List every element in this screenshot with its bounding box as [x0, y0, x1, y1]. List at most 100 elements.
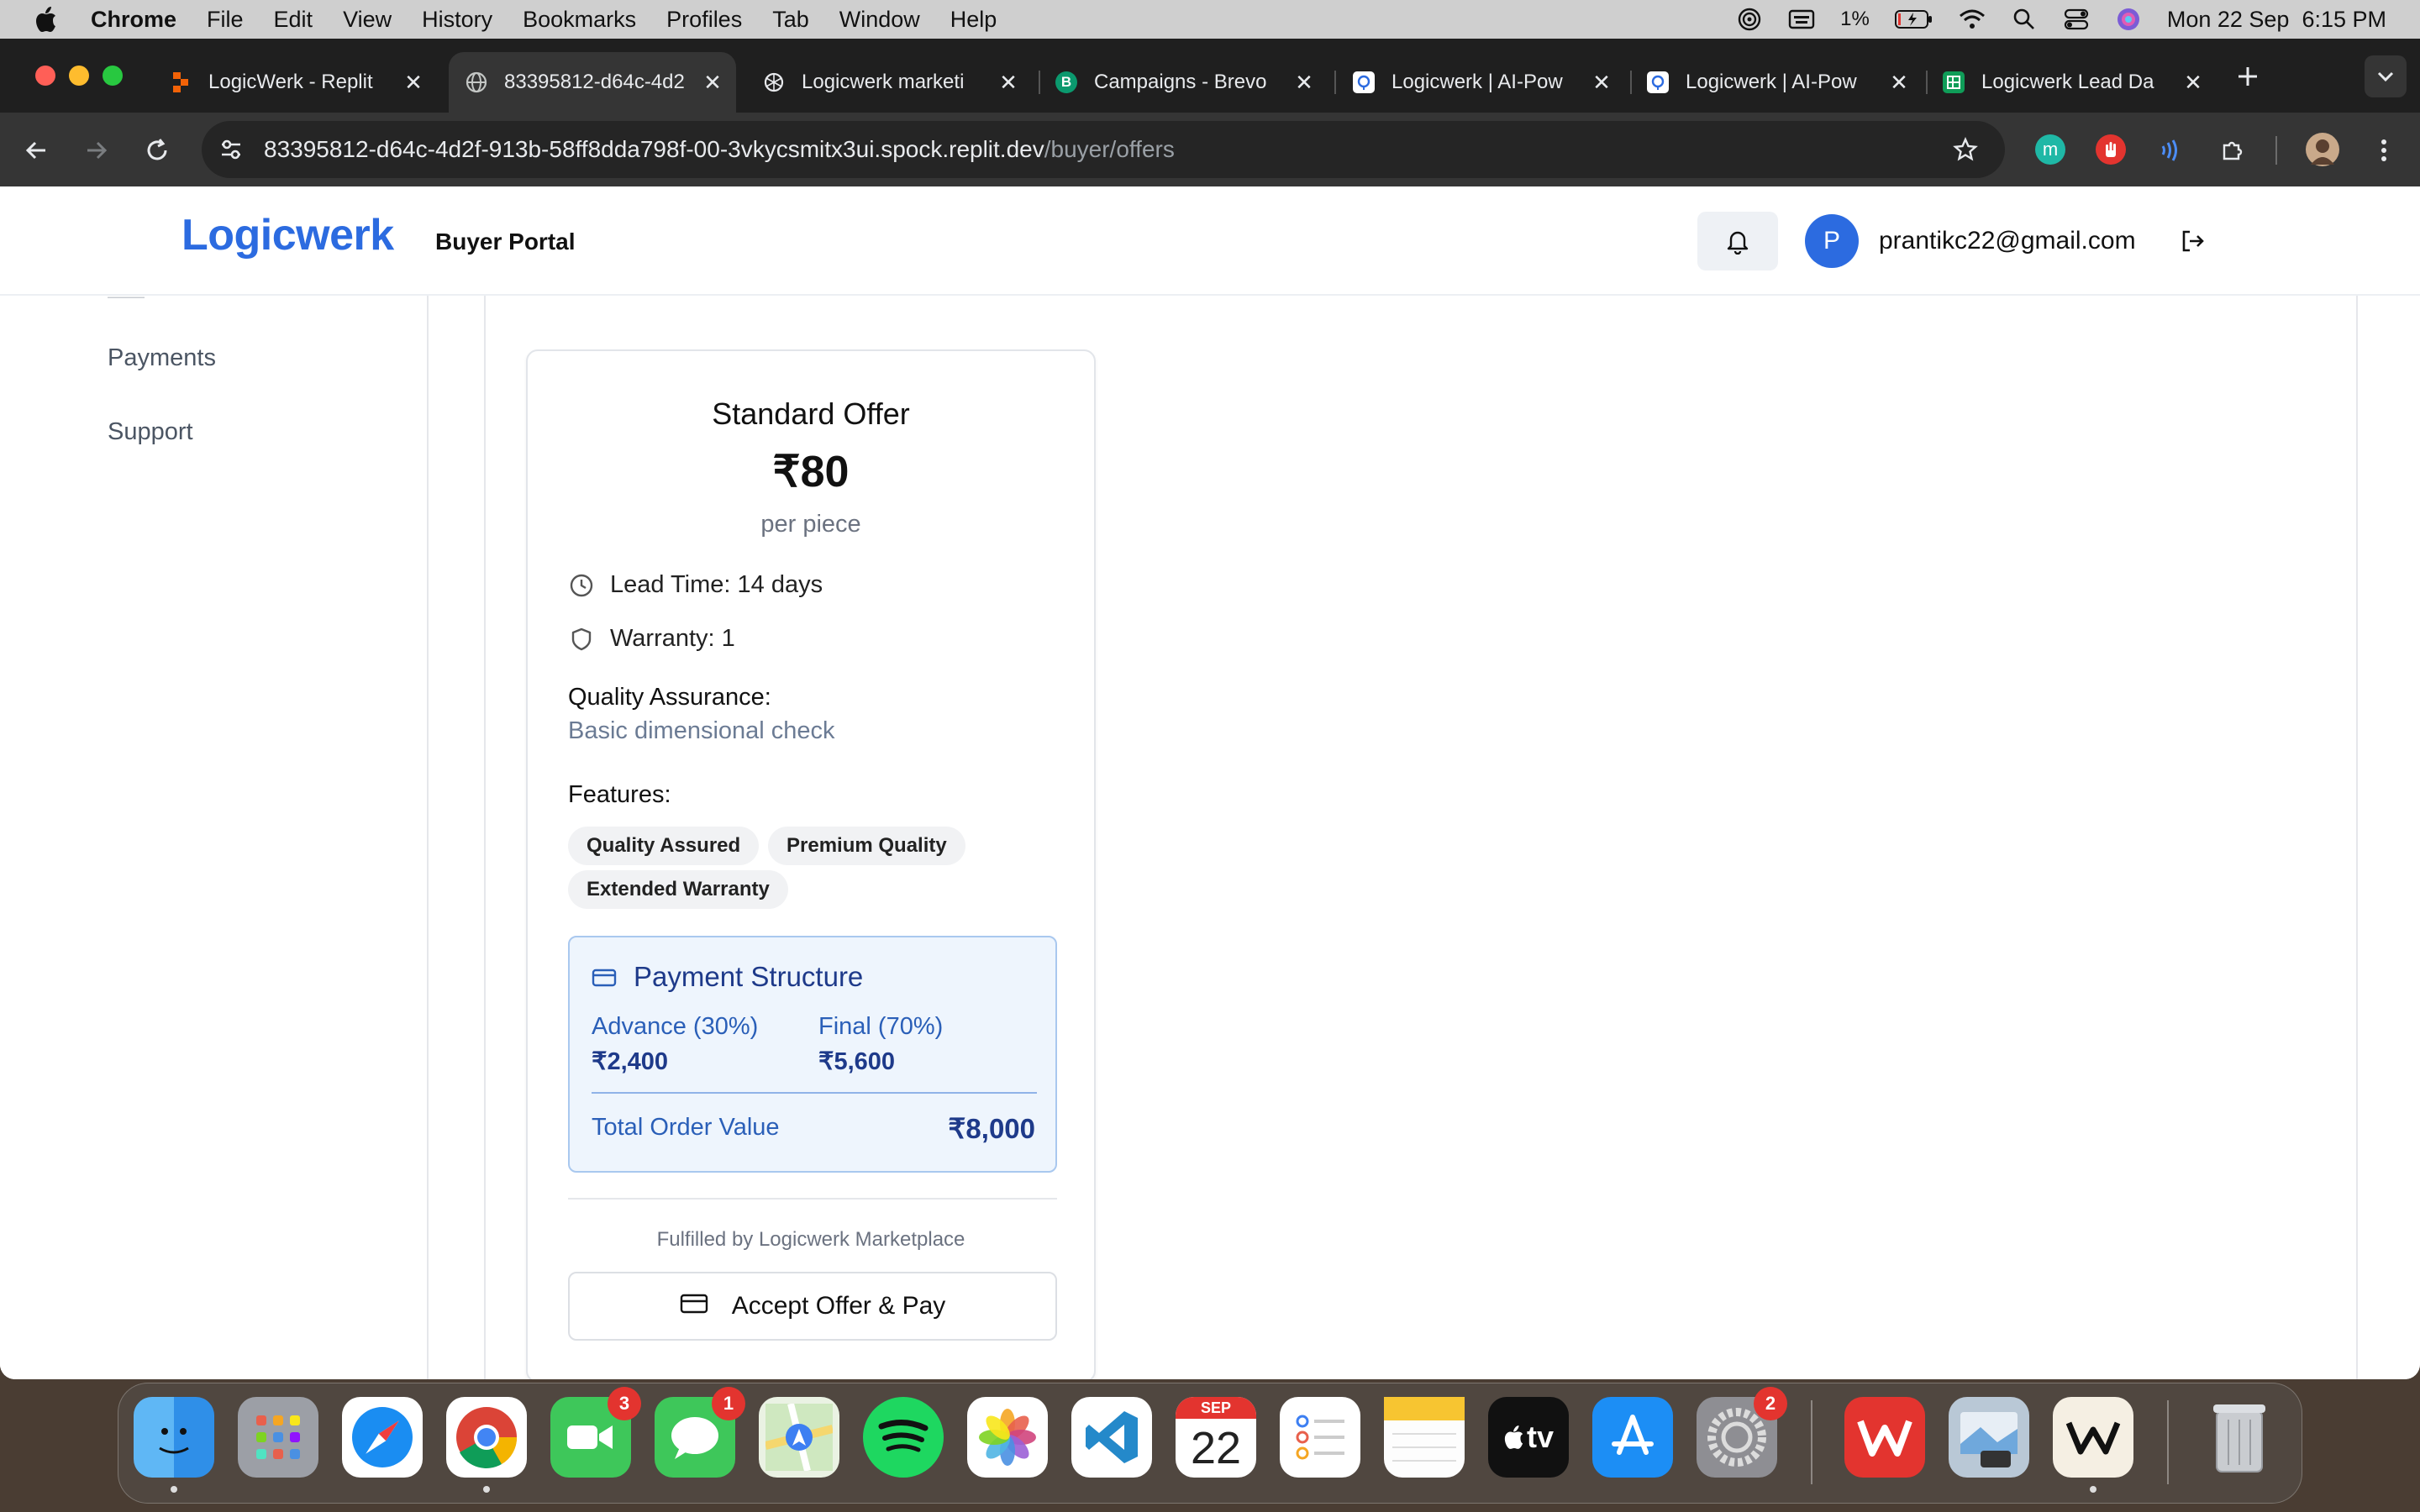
- dock-messages-icon[interactable]: 1: [655, 1387, 745, 1478]
- menu-view[interactable]: View: [343, 7, 392, 33]
- offer-card: Standard Offer ₹80 per piece Lead Time: …: [526, 349, 1096, 1379]
- zoom-window-button[interactable]: [103, 66, 123, 86]
- credit-card-icon: [680, 1292, 708, 1320]
- close-tab-icon[interactable]: ✕: [997, 70, 1020, 95]
- dock-apple-tv-icon[interactable]: tv: [1488, 1397, 1569, 1478]
- payment-structure-heading: Payment Structure: [592, 961, 863, 993]
- menu-tab[interactable]: Tab: [772, 7, 809, 33]
- dock-facetime-icon[interactable]: 3: [550, 1387, 641, 1478]
- dock-photos-icon[interactable]: [967, 1397, 1048, 1478]
- tv-label: tv: [1526, 1420, 1554, 1454]
- dock-preview-icon[interactable]: [1949, 1397, 2029, 1478]
- logout-icon[interactable]: [2175, 223, 2210, 259]
- close-tab-icon[interactable]: ✕: [1590, 70, 1613, 95]
- minimize-window-button[interactable]: [69, 66, 89, 86]
- profile-avatar-icon[interactable]: [2306, 133, 2339, 166]
- keyboard-icon[interactable]: [1788, 7, 1815, 32]
- menu-window[interactable]: Window: [839, 7, 920, 33]
- dock-maps-icon[interactable]: [759, 1397, 839, 1478]
- tab-lead-sheet[interactable]: Logicwerk Lead Da ✕: [1933, 52, 2217, 113]
- tab-chatgpt[interactable]: Logicwerk marketi ✕: [748, 52, 1032, 113]
- dock-app-store-icon[interactable]: [1592, 1397, 1673, 1478]
- tab-title: Campaigns - Brevo: [1094, 71, 1267, 93]
- openai-icon: [763, 71, 785, 93]
- tab-logicwerk-site-2[interactable]: Logicwerk | AI-Pow ✕: [1639, 52, 1923, 113]
- back-arrow-icon[interactable]: [22, 136, 50, 165]
- battery-percent: 1%: [1840, 8, 1870, 30]
- tab-replit[interactable]: LogicWerk - Replit ✕: [151, 52, 437, 113]
- close-window-button[interactable]: [35, 66, 55, 86]
- menu-profiles[interactable]: Profiles: [666, 7, 742, 33]
- dock-trash-icon[interactable]: [2199, 1397, 2280, 1478]
- clock[interactable]: Mon 22 Sep 6:15 PM: [2167, 7, 2386, 33]
- avatar[interactable]: P: [1805, 214, 1859, 268]
- chrome-menu-kebab-icon[interactable]: [2370, 136, 2398, 165]
- features-label: Features:: [568, 781, 671, 808]
- dock-system-settings-icon[interactable]: 2: [1697, 1387, 1787, 1478]
- dock-separator: [2167, 1400, 2169, 1484]
- portal-title: Buyer Portal: [435, 228, 576, 255]
- tab-logicwerk-site-1[interactable]: Logicwerk | AI-Pow ✕: [1341, 52, 1625, 113]
- notifications-bell-icon[interactable]: [1697, 212, 1778, 270]
- airdrop-icon[interactable]: [1736, 7, 1763, 32]
- clock-icon: [568, 572, 595, 599]
- user-email: prantikc22@gmail.com: [1879, 227, 2136, 255]
- tab-strip: LogicWerk - Replit ✕ 83395812-d64c-4d2f …: [0, 39, 2420, 113]
- sidebar-item-support[interactable]: Support: [108, 418, 193, 446]
- apple-menu-icon[interactable]: [32, 5, 60, 34]
- bookmark-star-icon[interactable]: [1951, 135, 1980, 164]
- forward-arrow-icon[interactable]: [82, 136, 111, 165]
- close-tab-icon[interactable]: ✕: [1292, 70, 1316, 95]
- menu-app-chrome[interactable]: Chrome: [91, 7, 176, 33]
- dock-vscode-icon[interactable]: [1071, 1397, 1152, 1478]
- close-tab-icon[interactable]: ✕: [1887, 70, 1911, 95]
- extension-m-icon[interactable]: m: [2035, 134, 2065, 165]
- logo[interactable]: Logicwerk: [182, 210, 394, 260]
- offer-price: ₹80: [772, 448, 850, 496]
- spotlight-search-icon[interactable]: [2011, 7, 2038, 32]
- dock-reminders-icon[interactable]: [1280, 1397, 1360, 1478]
- new-tab-plus-icon[interactable]: [2233, 62, 2262, 91]
- menu-bookmarks[interactable]: Bookmarks: [523, 7, 636, 33]
- accept-offer-pay-button[interactable]: Accept Offer & Pay: [568, 1272, 1057, 1341]
- sidebar-item-payments[interactable]: Payments: [108, 344, 216, 372]
- tab-search-chevron-down-icon[interactable]: [2365, 55, 2407, 97]
- extensions-puzzle-icon[interactable]: [2218, 136, 2247, 165]
- brevo-icon: B: [1055, 71, 1077, 93]
- site-settings-tune-icon[interactable]: [217, 135, 245, 164]
- siri-icon[interactable]: [2115, 7, 2142, 32]
- dock: 3 1 SEP 22 tv 2: [118, 1383, 2302, 1504]
- dock-safari-icon[interactable]: [342, 1397, 423, 1478]
- calendar-month: SEP: [1176, 1397, 1256, 1419]
- dock-wps-office-icon[interactable]: [1844, 1397, 1925, 1478]
- reload-icon[interactable]: [143, 136, 171, 165]
- menu-edit[interactable]: Edit: [274, 7, 313, 33]
- tab-brevo[interactable]: B Campaigns - Brevo ✕: [1044, 52, 1328, 113]
- dock-spotify-icon[interactable]: [863, 1397, 944, 1478]
- close-tab-icon[interactable]: ✕: [701, 70, 724, 95]
- menu-file[interactable]: File: [207, 7, 244, 33]
- dock-w-app-icon[interactable]: [2053, 1397, 2133, 1493]
- menu-history[interactable]: History: [422, 7, 492, 33]
- extension-stop-hand-icon[interactable]: [2096, 134, 2126, 165]
- address-bar[interactable]: 83395812-d64c-4d2f-913b-58ff8dda798f-00-…: [202, 121, 2005, 178]
- card-divider: [568, 1198, 1057, 1200]
- dock-calendar-icon[interactable]: SEP 22: [1176, 1397, 1256, 1478]
- url-path: /buyer/offers: [1044, 136, 1175, 162]
- menu-help[interactable]: Help: [950, 7, 997, 33]
- dock-notes-icon[interactable]: [1384, 1397, 1465, 1478]
- web-page: —— Payments Support Logicwerk Buyer Port…: [0, 186, 2420, 1379]
- extension-wave-icon[interactable]: [2156, 136, 2185, 165]
- tab-title: 83395812-d64c-4d2f: [504, 71, 684, 93]
- wifi-icon[interactable]: [1959, 7, 1986, 32]
- dock-launchpad-icon[interactable]: [238, 1397, 318, 1478]
- replit-icon: [170, 71, 192, 93]
- control-center-icon[interactable]: [2063, 7, 2090, 32]
- close-tab-icon[interactable]: ✕: [402, 70, 425, 95]
- dock-chrome-icon[interactable]: [446, 1397, 527, 1493]
- close-tab-icon[interactable]: ✕: [2181, 70, 2205, 95]
- tab-title: LogicWerk - Replit: [208, 71, 373, 93]
- dock-finder-icon[interactable]: [134, 1397, 214, 1493]
- battery-icon[interactable]: [1894, 7, 1933, 32]
- tab-active-offers[interactable]: 83395812-d64c-4d2f ✕: [449, 52, 736, 113]
